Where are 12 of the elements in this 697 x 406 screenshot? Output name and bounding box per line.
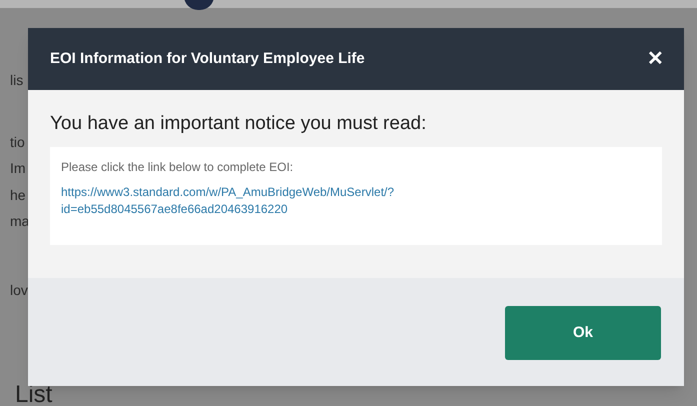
notice-text: Please click the link below to complete EOI: [61,159,294,176]
ok-button[interactable]: Ok [505,306,661,360]
page-heading: List [15,384,52,406]
page-text: lov [10,282,28,298]
eoi-link[interactable]: https://www3.standard.com/w/PA_AmuBridgeWeb/MuServlet/?id=eb55d8045567ae8fe66ad20463916220 [61,184,501,218]
page-text: he [10,187,26,203]
page-text: tio [10,134,25,150]
close-button[interactable]: ✕ [647,49,664,69]
page-text: lis [10,72,24,88]
dialog-title: EOI Information for Voluntary Employee Life [50,48,365,69]
page-text: Im [10,160,26,176]
notice-heading: You have an important notice you must read: [50,112,428,136]
